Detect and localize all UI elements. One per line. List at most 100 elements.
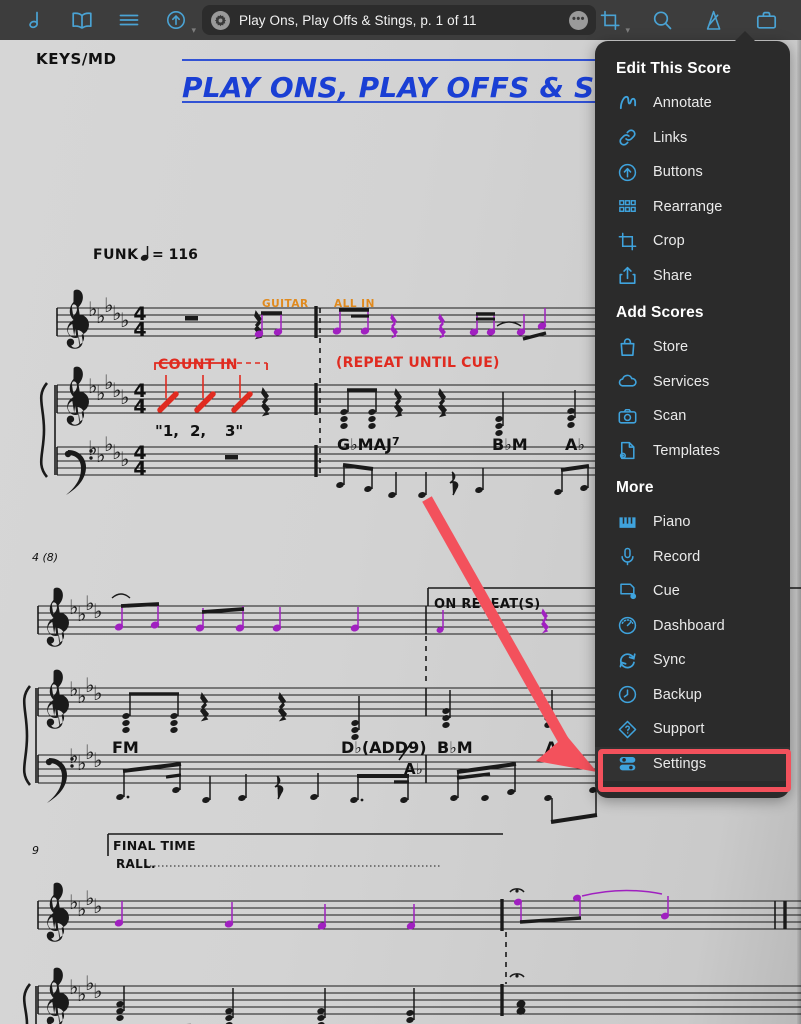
svg-text:"1,: "1, bbox=[155, 422, 179, 440]
metronome-icon[interactable] bbox=[701, 7, 727, 33]
menu-item-annotate[interactable]: Annotate bbox=[595, 86, 790, 121]
toolbar: ▾ ▾ Play Ons, Play Offs & Stings, p. 1 o… bbox=[0, 0, 801, 40]
ellipsis-icon[interactable]: ••• bbox=[569, 10, 588, 30]
svg-text:♭: ♭ bbox=[120, 385, 129, 409]
svg-text:GUITAR: GUITAR bbox=[262, 298, 309, 310]
menu-item-label: Cue bbox=[653, 583, 680, 600]
menu-item-label: Sync bbox=[653, 652, 686, 669]
toolbar-left-group: ▾ bbox=[0, 7, 196, 35]
menu-item-label: Templates bbox=[653, 442, 720, 459]
annotate-icon bbox=[615, 91, 639, 115]
search-icon[interactable] bbox=[649, 7, 675, 33]
menu-item-crop[interactable]: Crop bbox=[595, 224, 790, 259]
menu-item-piano[interactable]: Piano bbox=[595, 505, 790, 540]
menu-section-title-edit: Edit This Score bbox=[616, 60, 732, 77]
menu-section-title-add: Add Scores bbox=[616, 304, 704, 321]
menu-item-cue[interactable]: Cue bbox=[595, 574, 790, 609]
tools-menu-popover[interactable]: Edit This Score Annotate Links Buttons R… bbox=[595, 41, 790, 798]
svg-text:G♭MAJ7: G♭MAJ7 bbox=[337, 435, 400, 454]
menu-item-label: Scan bbox=[653, 408, 687, 425]
menu-item-label: Services bbox=[653, 373, 710, 390]
svg-text:B♭M: B♭M bbox=[492, 435, 528, 454]
rearrange-icon bbox=[615, 195, 639, 219]
menu-item-label: Dashboard bbox=[653, 617, 725, 634]
menu-item-label: Annotate bbox=[653, 95, 712, 112]
menu-item-label: Support bbox=[653, 721, 705, 738]
menu-item-label: Backup bbox=[653, 686, 702, 703]
settings-sliders-icon bbox=[615, 752, 639, 776]
support-icon bbox=[615, 717, 639, 741]
menu-item-services[interactable]: Services bbox=[595, 365, 790, 400]
svg-text:♭: ♭ bbox=[93, 599, 102, 623]
svg-text:9: 9 bbox=[32, 844, 39, 857]
menu-pointer-caret bbox=[734, 31, 756, 42]
toolcase-icon[interactable] bbox=[753, 7, 779, 33]
menu-item-settings[interactable]: Settings bbox=[595, 746, 790, 781]
menu-item-templates[interactable]: Templates bbox=[595, 434, 790, 469]
svg-text:♭: ♭ bbox=[120, 308, 129, 332]
app-root: ▾ ▾ Play Ons, Play Offs & Stings, p. 1 o… bbox=[0, 0, 801, 1024]
toolbar-right-group: ▾ bbox=[597, 7, 801, 35]
chevron-down-icon: ▾ bbox=[191, 25, 196, 35]
svg-text:♭: ♭ bbox=[93, 681, 102, 705]
menu-item-rearrange[interactable]: Rearrange bbox=[595, 190, 790, 225]
upload-circle-icon[interactable]: ▾ bbox=[163, 7, 196, 35]
gear-icon[interactable] bbox=[211, 10, 230, 30]
menu-item-share[interactable]: Share bbox=[595, 259, 790, 294]
svg-text:2,: 2, bbox=[190, 422, 206, 440]
svg-text:A♭: A♭ bbox=[545, 738, 565, 757]
store-icon bbox=[615, 335, 639, 359]
menu-item-label: Record bbox=[653, 548, 701, 565]
microphone-icon bbox=[615, 545, 639, 569]
svg-text:D♭(ADD9): D♭(ADD9) bbox=[341, 738, 427, 757]
menu-item-backup[interactable]: Backup bbox=[595, 678, 790, 713]
share-icon bbox=[615, 264, 639, 288]
cue-icon bbox=[615, 579, 639, 603]
menu-item-label: Rearrange bbox=[653, 198, 723, 215]
menu-item-buttons[interactable]: Buttons bbox=[595, 155, 790, 190]
piano-icon bbox=[615, 510, 639, 534]
templates-icon bbox=[615, 439, 639, 463]
svg-text:4: 4 bbox=[133, 396, 146, 418]
score-title-text: Play Ons, Play Offs & Stings, p. 1 of 11 bbox=[239, 12, 477, 28]
menu-item-label: Links bbox=[653, 129, 688, 146]
menu-item-dashboard[interactable]: Dashboard bbox=[595, 609, 790, 644]
svg-text:♭: ♭ bbox=[93, 748, 102, 772]
dashboard-icon bbox=[615, 614, 639, 638]
menu-item-label: Piano bbox=[653, 514, 691, 531]
menu-item-links[interactable]: Links bbox=[595, 121, 790, 156]
svg-text:= 116: = 116 bbox=[152, 247, 198, 263]
svg-text:4 (8): 4 (8) bbox=[32, 551, 58, 564]
svg-text:ON REPEAT(S): ON REPEAT(S) bbox=[434, 597, 541, 612]
sync-icon bbox=[615, 648, 639, 672]
menu-item-label: Crop bbox=[653, 233, 685, 250]
note-icon[interactable] bbox=[22, 7, 48, 33]
score-title-pill[interactable]: Play Ons, Play Offs & Stings, p. 1 of 11… bbox=[202, 5, 596, 35]
menu-item-support[interactable]: Support bbox=[595, 712, 790, 747]
menu-item-store[interactable]: Store bbox=[595, 330, 790, 365]
svg-text:COUNT IN: COUNT IN bbox=[158, 357, 238, 373]
menu-item-label: Settings bbox=[653, 755, 707, 772]
camera-icon bbox=[615, 404, 639, 428]
chevron-down-icon: ▾ bbox=[625, 25, 630, 35]
book-icon[interactable] bbox=[69, 7, 95, 33]
links-icon bbox=[615, 126, 639, 150]
menu-item-scan[interactable]: Scan bbox=[595, 399, 790, 434]
svg-text:4: 4 bbox=[133, 319, 146, 341]
buttons-icon bbox=[615, 160, 639, 184]
menu-item-record[interactable]: Record bbox=[595, 540, 790, 575]
svg-text:B♭M: B♭M bbox=[437, 738, 473, 757]
crop-icon[interactable]: ▾ bbox=[597, 7, 630, 35]
list-icon[interactable] bbox=[116, 7, 142, 33]
menu-item-sync[interactable]: Sync bbox=[595, 643, 790, 678]
svg-text:RALL.: RALL. bbox=[116, 857, 156, 871]
svg-text:3": 3" bbox=[225, 422, 243, 440]
menu-item-label: Buttons bbox=[653, 164, 703, 181]
svg-text:FUNK: FUNK bbox=[93, 247, 139, 263]
svg-text:FINAL TIME: FINAL TIME bbox=[113, 838, 196, 853]
svg-text:♭: ♭ bbox=[93, 894, 102, 918]
menu-item-label: Store bbox=[653, 339, 689, 356]
svg-text:(REPEAT UNTIL CUE): (REPEAT UNTIL CUE) bbox=[336, 355, 500, 371]
menu-item-label: Share bbox=[653, 267, 693, 284]
backup-clock-icon bbox=[615, 683, 639, 707]
